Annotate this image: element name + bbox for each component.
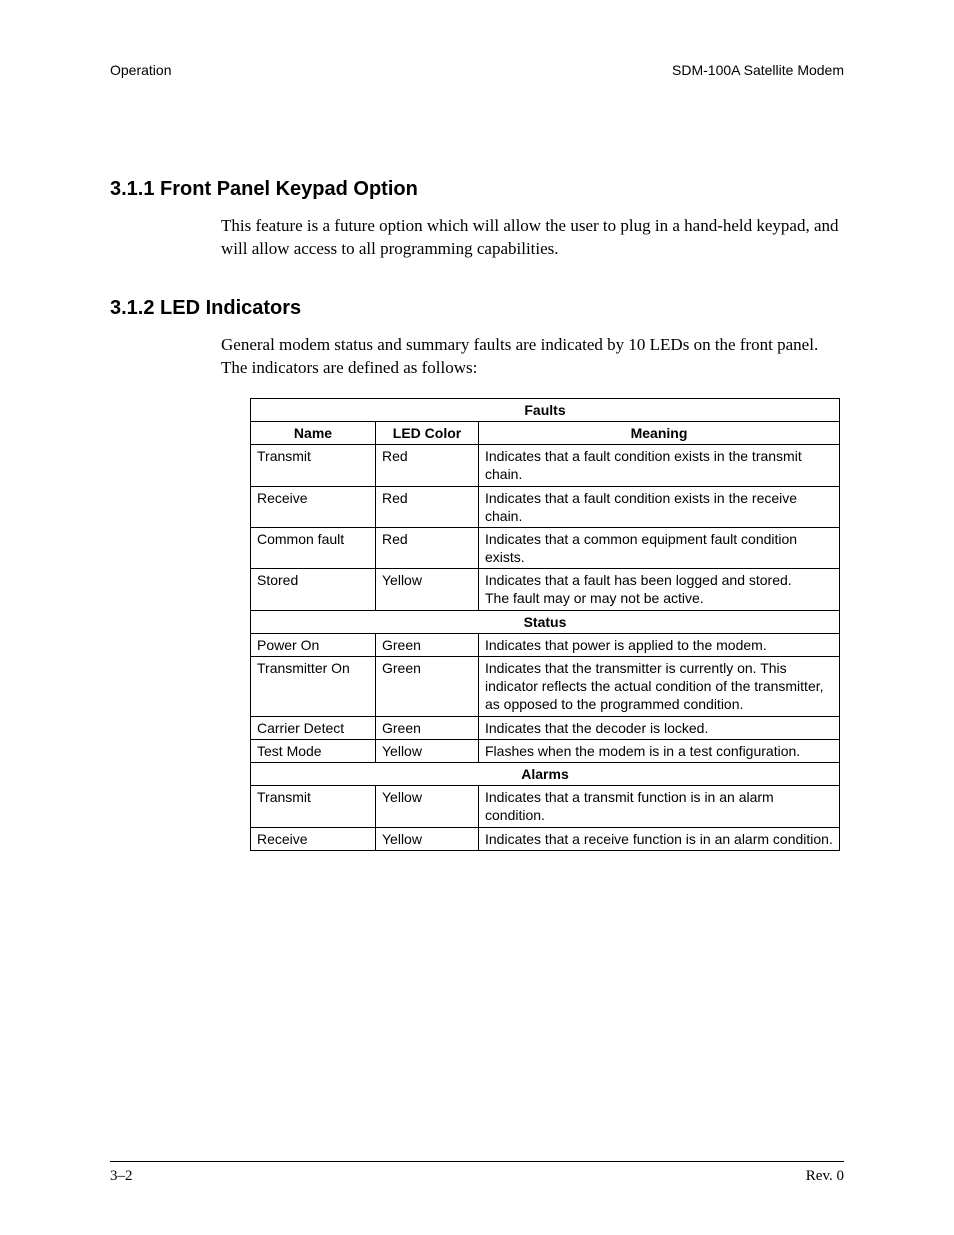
- cell-color: Green: [376, 657, 479, 717]
- cell-name: Stored: [251, 569, 376, 610]
- cell-name: Transmit: [251, 786, 376, 827]
- table-row: Carrier Detect Green Indicates that the …: [251, 716, 840, 739]
- cell-color: Yellow: [376, 739, 479, 762]
- cell-name: Transmit: [251, 445, 376, 486]
- cell-meaning: Indicates that a fault condition exists …: [479, 486, 840, 527]
- cell-name: Receive: [251, 486, 376, 527]
- cell-name: Common fault: [251, 527, 376, 568]
- heading-3-1-2: 3.1.2 LED Indicators: [110, 297, 844, 320]
- page-footer: 3–2 Rev. 0: [110, 1161, 844, 1185]
- group-header: Alarms: [251, 762, 840, 785]
- cell-name: Power On: [251, 633, 376, 656]
- heading-3-1-1: 3.1.1 Front Panel Keypad Option: [110, 178, 844, 201]
- table-row: Common fault Red Indicates that a common…: [251, 527, 840, 568]
- table-group-faults: Faults: [251, 398, 840, 421]
- cell-color: Red: [376, 527, 479, 568]
- body-3-1-2: General modem status and summary faults …: [221, 334, 844, 380]
- cell-meaning: Flashes when the modem is in a test conf…: [479, 739, 840, 762]
- table-row: Transmit Red Indicates that a fault cond…: [251, 445, 840, 486]
- cell-name: Test Mode: [251, 739, 376, 762]
- table-row: Stored Yellow Indicates that a fault has…: [251, 569, 840, 610]
- table-row: Power On Green Indicates that power is a…: [251, 633, 840, 656]
- cell-meaning: Indicates that a common equipment fault …: [479, 527, 840, 568]
- cell-name: Receive: [251, 827, 376, 850]
- col-color: LED Color: [376, 421, 479, 444]
- cell-name: Carrier Detect: [251, 716, 376, 739]
- table-row: Test Mode Yellow Flashes when the modem …: [251, 739, 840, 762]
- cell-meaning: Indicates that power is applied to the m…: [479, 633, 840, 656]
- table-row: Transmitter On Green Indicates that the …: [251, 657, 840, 717]
- header-left: Operation: [110, 62, 171, 78]
- cell-meaning: Indicates that a receive function is in …: [479, 827, 840, 850]
- cell-color: Green: [376, 633, 479, 656]
- cell-color: Green: [376, 716, 479, 739]
- cell-meaning: Indicates that a fault has been logged a…: [479, 569, 840, 610]
- cell-meaning: Indicates that a fault condition exists …: [479, 445, 840, 486]
- page-header: Operation SDM-100A Satellite Modem: [110, 62, 844, 78]
- cell-meaning: Indicates that the decoder is locked.: [479, 716, 840, 739]
- cell-color: Red: [376, 486, 479, 527]
- cell-meaning: Indicates that a transmit function is in…: [479, 786, 840, 827]
- group-header: Faults: [251, 398, 840, 421]
- page: Operation SDM-100A Satellite Modem 3.1.1…: [0, 0, 954, 1235]
- table-group-status: Status: [251, 610, 840, 633]
- led-table: Faults Name LED Color Meaning Transmit R…: [250, 398, 840, 851]
- table-row: Receive Yellow Indicates that a receive …: [251, 827, 840, 850]
- cell-name: Transmitter On: [251, 657, 376, 717]
- header-right: SDM-100A Satellite Modem: [672, 62, 844, 78]
- cell-color: Red: [376, 445, 479, 486]
- footer-rule: [110, 1161, 844, 1162]
- cell-color: Yellow: [376, 827, 479, 850]
- table-group-alarms: Alarms: [251, 762, 840, 785]
- table-row: Receive Red Indicates that a fault condi…: [251, 486, 840, 527]
- table-row: Transmit Yellow Indicates that a transmi…: [251, 786, 840, 827]
- body-3-1-1: This feature is a future option which wi…: [221, 215, 844, 261]
- cell-meaning: Indicates that the transmitter is curren…: [479, 657, 840, 717]
- cell-color: Yellow: [376, 786, 479, 827]
- footer-page-number: 3–2: [110, 1168, 133, 1185]
- table-column-headers: Name LED Color Meaning: [251, 421, 840, 444]
- col-meaning: Meaning: [479, 421, 840, 444]
- group-header: Status: [251, 610, 840, 633]
- footer-revision: Rev. 0: [806, 1168, 844, 1185]
- cell-color: Yellow: [376, 569, 479, 610]
- col-name: Name: [251, 421, 376, 444]
